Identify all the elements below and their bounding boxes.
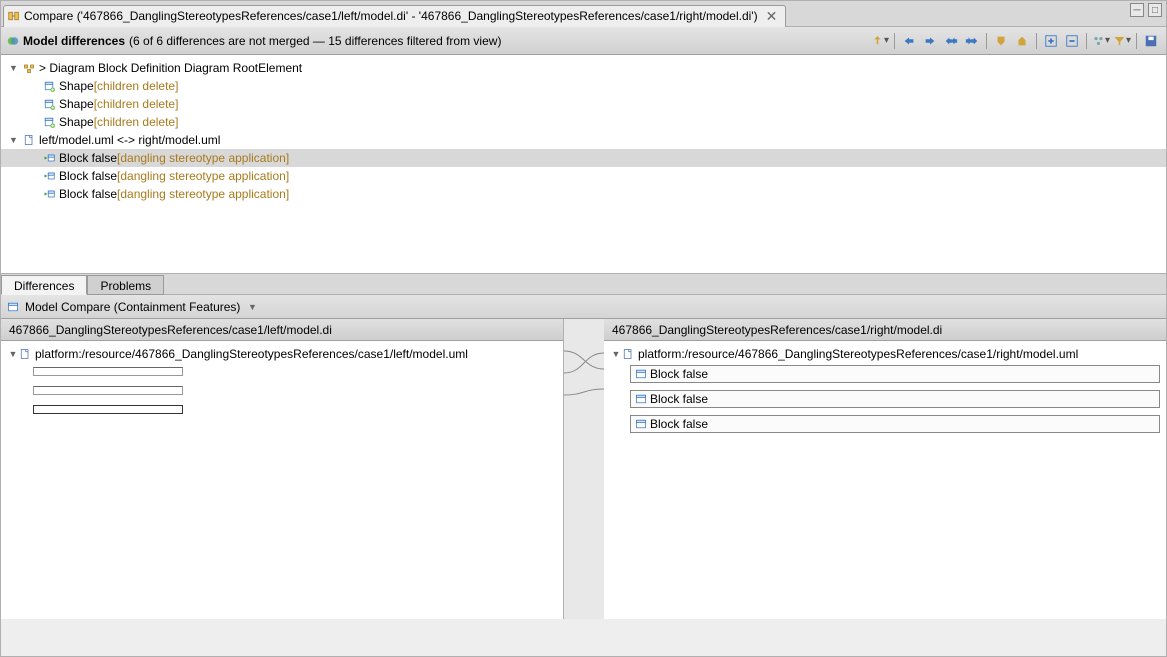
drop-diff-icon[interactable]: ▾ bbox=[871, 32, 889, 50]
block-icon bbox=[41, 150, 57, 166]
diff-toolbar: Model differences (6 of 6 differences ar… bbox=[1, 27, 1166, 55]
save-icon[interactable] bbox=[1142, 32, 1160, 50]
tree-label: Shape bbox=[59, 79, 94, 93]
block-item[interactable]: Block false bbox=[630, 415, 1160, 433]
tree-extra: [children delete] bbox=[94, 97, 179, 111]
block-icon bbox=[7, 301, 19, 313]
compare-header-title: Model Compare (Containment Features) bbox=[25, 300, 240, 314]
tab-problems[interactable]: Problems bbox=[87, 275, 164, 295]
diff-summary: (6 of 6 differences are not merged — 15 … bbox=[129, 34, 501, 48]
bottom-tab-row: Differences Problems bbox=[1, 273, 1166, 295]
block-icon bbox=[41, 186, 57, 202]
merge-all-left-icon[interactable] bbox=[942, 32, 960, 50]
merge-right-icon[interactable] bbox=[921, 32, 939, 50]
tree-row[interactable]: Block false [dangling stereotype applica… bbox=[1, 167, 1166, 185]
block-label: Block false bbox=[650, 392, 708, 406]
tree-extra: [children delete] bbox=[94, 79, 179, 93]
empty-slot bbox=[33, 367, 183, 376]
left-pane-head: 467866_DanglingStereotypesReferences/cas… bbox=[1, 319, 563, 341]
compare-header: Model Compare (Containment Features) ▼ bbox=[1, 295, 1166, 319]
close-icon[interactable]: ✕ bbox=[766, 8, 778, 25]
tree-label: Block false bbox=[59, 151, 117, 165]
file-icon bbox=[622, 348, 634, 360]
collapse-all-icon[interactable] bbox=[1063, 32, 1081, 50]
shape-icon bbox=[41, 78, 57, 94]
block-icon bbox=[41, 168, 57, 184]
tree-row[interactable]: Shape [children delete] bbox=[1, 113, 1166, 131]
uml-icon bbox=[21, 60, 37, 76]
group-icon[interactable]: ▾ bbox=[1092, 32, 1110, 50]
connector-lines bbox=[564, 341, 604, 441]
expander-icon[interactable]: ▼ bbox=[9, 63, 21, 73]
tree-label: Shape bbox=[59, 115, 94, 129]
diff-tree[interactable]: ▼ > Diagram Block Definition Diagram Root… bbox=[1, 55, 1166, 273]
right-pane: 467866_DanglingStereotypesReferences/cas… bbox=[604, 319, 1166, 619]
expander-icon[interactable]: ▼ bbox=[610, 349, 622, 359]
left-pane-body[interactable]: ▼ platform:/resource/467866_DanglingSter… bbox=[1, 341, 563, 619]
block-icon bbox=[635, 418, 647, 430]
compare-header-dropdown-icon[interactable]: ▼ bbox=[246, 302, 258, 312]
block-item[interactable]: Block false bbox=[630, 365, 1160, 383]
tree-label: Block false bbox=[59, 187, 117, 201]
expander-icon[interactable]: ▼ bbox=[7, 349, 19, 359]
empty-slot bbox=[33, 386, 183, 395]
prev-diff-icon[interactable] bbox=[1013, 32, 1031, 50]
next-diff-icon[interactable] bbox=[992, 32, 1010, 50]
tree-extra: [dangling stereotype application] bbox=[117, 151, 289, 165]
tree-label: > Diagram Block Definition Diagram RootE… bbox=[39, 61, 302, 75]
tree-extra: [dangling stereotype application] bbox=[117, 187, 289, 201]
compare-split: 467866_DanglingStereotypesReferences/cas… bbox=[1, 319, 1166, 619]
tab-differences[interactable]: Differences bbox=[1, 275, 87, 295]
maximize-icon[interactable]: □ bbox=[1148, 3, 1162, 17]
left-pane: 467866_DanglingStereotypesReferences/cas… bbox=[1, 319, 564, 619]
right-pane-head: 467866_DanglingStereotypesReferences/cas… bbox=[604, 319, 1166, 341]
empty-slot bbox=[33, 405, 183, 414]
block-icon bbox=[635, 393, 647, 405]
tree-extra: [children delete] bbox=[94, 115, 179, 129]
merge-left-icon[interactable] bbox=[900, 32, 918, 50]
diff-title: Model differences bbox=[23, 34, 125, 48]
merge-all-right-icon[interactable] bbox=[963, 32, 981, 50]
block-label: Block false bbox=[650, 417, 708, 431]
tree-extra: [dangling stereotype application] bbox=[117, 169, 289, 183]
compare-icon bbox=[8, 10, 20, 22]
left-root-label: platform:/resource/467866_DanglingStereo… bbox=[35, 347, 468, 361]
tree-label: Shape bbox=[59, 97, 94, 111]
compare-tab-title: Compare ('467866_DanglingStereotypesRefe… bbox=[24, 9, 758, 23]
expand-all-icon[interactable] bbox=[1042, 32, 1060, 50]
tree-row[interactable]: Shape [children delete] bbox=[1, 95, 1166, 113]
expander-icon[interactable]: ▼ bbox=[9, 135, 21, 145]
block-label: Block false bbox=[650, 367, 708, 381]
block-item[interactable]: Block false bbox=[630, 390, 1160, 408]
emf-compare-icon bbox=[7, 35, 19, 47]
filter-icon[interactable]: ▾ bbox=[1113, 32, 1131, 50]
tree-row[interactable]: ▼ > Diagram Block Definition Diagram Root… bbox=[1, 59, 1166, 77]
shape-icon bbox=[41, 114, 57, 130]
right-root-label: platform:/resource/467866_DanglingStereo… bbox=[638, 347, 1078, 361]
center-gutter bbox=[564, 319, 604, 619]
tree-row[interactable]: Block false [dangling stereotype applica… bbox=[1, 185, 1166, 203]
tree-row[interactable]: Shape [children delete] bbox=[1, 77, 1166, 95]
shape-icon bbox=[41, 96, 57, 112]
tree-label: Block false bbox=[59, 169, 117, 183]
tree-label: left/model.uml <-> right/model.uml bbox=[39, 133, 220, 147]
block-icon bbox=[635, 368, 647, 380]
tree-row[interactable]: Block false [dangling stereotype applica… bbox=[1, 149, 1166, 167]
right-pane-body[interactable]: ▼ platform:/resource/467866_DanglingSter… bbox=[604, 341, 1166, 619]
compare-tab[interactable]: Compare ('467866_DanglingStereotypesRefe… bbox=[3, 5, 786, 27]
editor-tabbar: Compare ('467866_DanglingStereotypesRefe… bbox=[1, 1, 1166, 27]
toolbar-actions: ▾ ▾ ▾ bbox=[871, 32, 1160, 50]
minimize-icon[interactable]: ─ bbox=[1130, 3, 1144, 17]
file-icon bbox=[19, 348, 31, 360]
file-icon bbox=[21, 132, 37, 148]
tree-row[interactable]: ▼ left/model.uml <-> right/model.uml bbox=[1, 131, 1166, 149]
